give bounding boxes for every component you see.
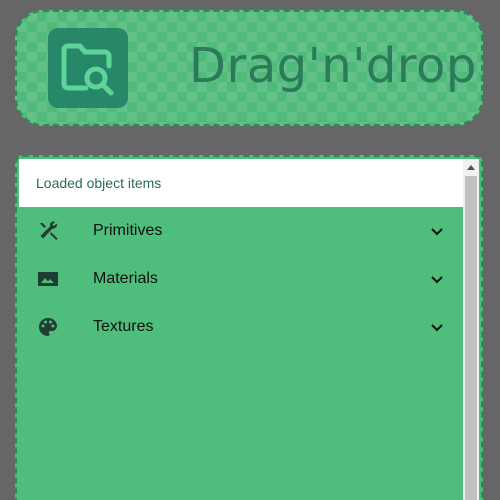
folder-search-icon [48, 28, 128, 108]
chevron-down-icon[interactable] [425, 219, 449, 243]
scrollbar-thumb[interactable] [465, 176, 477, 500]
chevron-down-icon[interactable] [425, 267, 449, 291]
panel-header: Loaded object items [19, 159, 463, 207]
vertical-scrollbar[interactable] [463, 159, 479, 500]
tools-icon [36, 219, 60, 243]
list-item-materials[interactable]: Materials [19, 255, 463, 303]
item-list: Primitives Materials Textures [19, 207, 463, 351]
palette-icon [36, 315, 60, 339]
dropzone-title: Drag'n'drop [189, 38, 477, 94]
list-item-primitives[interactable]: Primitives [19, 207, 463, 255]
drop-zone[interactable]: Drag'n'drop [15, 10, 483, 126]
chevron-down-icon[interactable] [425, 315, 449, 339]
list-item-textures[interactable]: Textures [19, 303, 463, 351]
list-item-label: Textures [93, 318, 154, 335]
loaded-items-panel: Loaded object items Primitives Materials… [15, 155, 483, 500]
list-item-label: Materials [93, 270, 158, 287]
scroll-up-arrow-icon[interactable] [463, 159, 479, 175]
list-item-label: Primitives [93, 222, 163, 239]
image-icon [36, 267, 60, 291]
